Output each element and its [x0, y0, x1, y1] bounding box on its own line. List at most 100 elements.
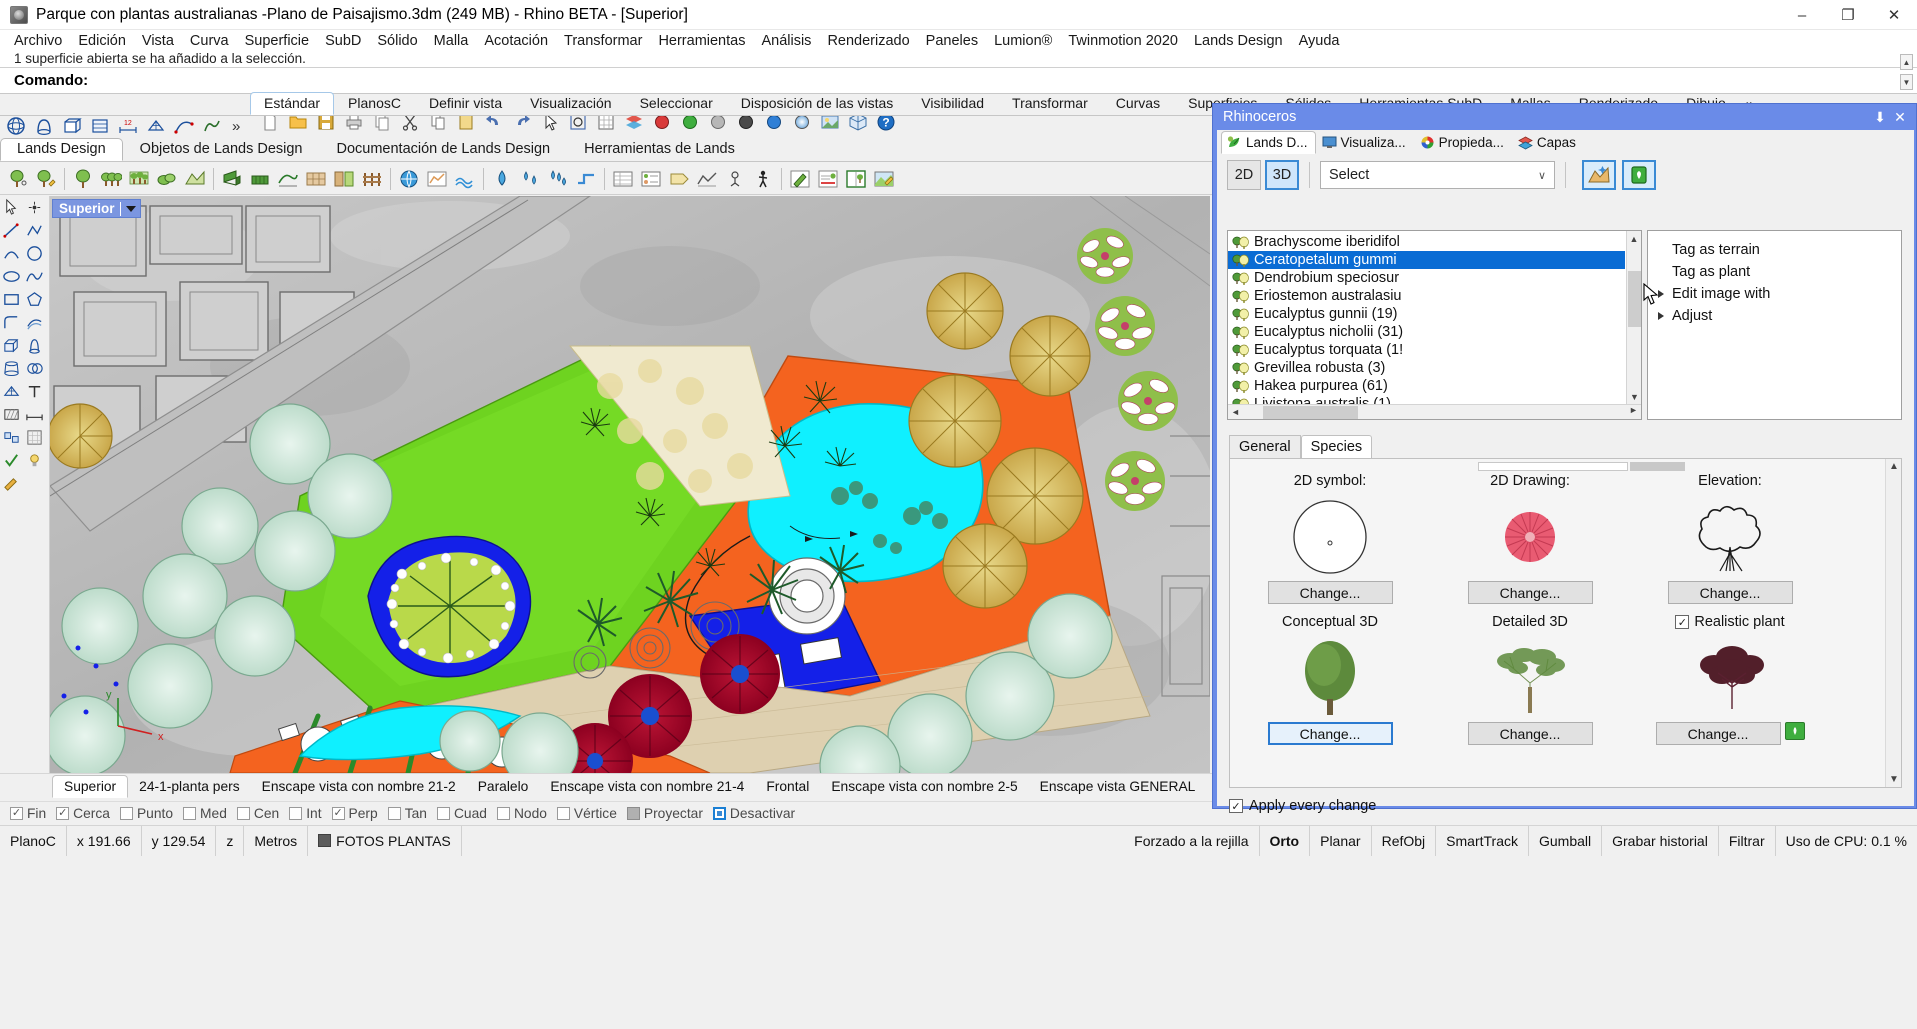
change-2d-drawing-button[interactable]: Change... [1468, 581, 1593, 604]
person-icon[interactable] [750, 166, 776, 192]
toolbar-tab-transformar[interactable]: Transformar [998, 92, 1102, 115]
osnap-v-rtice[interactable]: Vértice [557, 806, 617, 821]
menu-item-herramientas[interactable]: Herramientas [650, 32, 753, 50]
menu-item-twinmotion-2020[interactable]: Twinmotion 2020 [1060, 32, 1186, 50]
ellipse-icon[interactable] [0, 266, 23, 288]
viewport-dropdown-caret-icon[interactable] [126, 206, 136, 212]
greenarea-icon[interactable] [275, 166, 301, 192]
line-icon[interactable] [0, 220, 23, 242]
irrigation-icon[interactable] [517, 166, 543, 192]
checkbox[interactable] [497, 807, 510, 820]
grid-snap-icon[interactable] [23, 427, 46, 449]
toolbar-tab-visualizaci-n[interactable]: Visualización [516, 92, 625, 115]
plant-list-item[interactable]: Hakea purpurea (61) [1228, 377, 1625, 395]
curve-icon[interactable] [23, 266, 46, 288]
osnap-med[interactable]: Med [183, 806, 227, 821]
status-cplane[interactable]: PlanoC [0, 826, 67, 856]
toolbar-tab-curvas[interactable]: Curvas [1102, 92, 1174, 115]
viewport-tab-frontal[interactable]: Frontal [755, 776, 820, 797]
menu-item-lands-design[interactable]: Lands Design [1186, 32, 1291, 50]
panel-tab-propieda-[interactable]: Propieda... [1414, 131, 1512, 154]
lands-tab-lands-design[interactable]: Lands Design [0, 138, 123, 161]
change-2d-symbol-button[interactable]: Change... [1268, 581, 1393, 604]
viewport-tab-paralelo[interactable]: Paralelo [467, 776, 540, 797]
checkbox[interactable] [627, 807, 640, 820]
plant-list-item[interactable]: Ceratopetalum gummi [1228, 251, 1625, 269]
fence-icon[interactable] [359, 166, 385, 192]
checkbox[interactable] [388, 807, 401, 820]
toolbar-overflow-icon[interactable]: » [226, 116, 246, 137]
menu-item-acotaci-n[interactable]: Acotación [476, 32, 556, 50]
terrain-icon[interactable] [182, 166, 208, 192]
plant-list-vertical-scrollbar[interactable]: ▲ ▼ [1626, 231, 1641, 404]
menu-item-curva[interactable]: Curva [182, 32, 237, 50]
checkbox[interactable] [237, 807, 250, 820]
plant-database-button[interactable] [1622, 160, 1656, 190]
maximize-button[interactable]: ❐ [1825, 0, 1871, 30]
rect-icon[interactable] [0, 289, 23, 311]
checkbox[interactable] [713, 807, 726, 820]
command-scroll-down[interactable]: ▼ [1900, 74, 1913, 90]
viewport-superior[interactable]: x y [50, 196, 1210, 773]
close-button[interactable]: ✕ [1871, 0, 1917, 30]
panel-tab-capas[interactable]: Capas [1512, 131, 1584, 154]
revolve-icon[interactable] [31, 113, 57, 139]
checkbox[interactable] [56, 807, 69, 820]
globe-icon[interactable] [396, 166, 422, 192]
status-ortho[interactable]: Orto [1260, 826, 1311, 856]
terrain-tool-button[interactable] [1582, 160, 1616, 190]
plant-list-item[interactable]: Livistona australis (1) [1228, 395, 1625, 404]
checkbox[interactable] [183, 807, 196, 820]
boolean-icon[interactable] [23, 358, 46, 380]
curve-tool-icon[interactable] [171, 113, 197, 139]
block-icon[interactable] [0, 427, 23, 449]
menu-item-malla[interactable]: Malla [426, 32, 477, 50]
realistic-plant-checkbox[interactable]: ✓ [1675, 615, 1689, 629]
point-icon[interactable] [23, 197, 46, 219]
viewport-tab-enscape-vista-con-nombre-21-4[interactable]: Enscape vista con nombre 21-4 [539, 776, 755, 797]
dimension-icon[interactable]: 12 [115, 113, 141, 139]
species-tab-general[interactable]: General [1229, 435, 1301, 459]
status-smarttrack[interactable]: SmartTrack [1436, 826, 1529, 856]
minimize-button[interactable]: – [1779, 0, 1825, 30]
toolbar-tab-definir-vista[interactable]: Definir vista [415, 92, 516, 115]
paint-icon[interactable] [0, 473, 23, 495]
arrow-select-icon[interactable] [0, 197, 23, 219]
plant-list-item[interactable]: Eriostemon australasiu [1228, 287, 1625, 305]
image-edit-icon[interactable] [871, 166, 897, 192]
command-scroll-up[interactable]: ▲ [1900, 54, 1913, 70]
checkbox[interactable] [437, 807, 450, 820]
species-tab-species[interactable]: Species [1301, 435, 1373, 459]
menu-item-archivo[interactable]: Archivo [6, 32, 70, 50]
plant-list-item[interactable]: Grevillea robusta (3) [1228, 359, 1625, 377]
render-tool-icon[interactable] [199, 113, 225, 139]
change-conceptual-3d-button[interactable]: Change... [1268, 722, 1393, 745]
viewport-tab-24-1-planta-pers[interactable]: 24-1-planta pers [128, 776, 250, 797]
sphere-icon[interactable] [3, 113, 29, 139]
scroll-thumb-vertical[interactable] [1628, 271, 1641, 327]
plant-edit-icon[interactable] [33, 166, 59, 192]
section-icon[interactable] [694, 166, 720, 192]
toolbar-tab-visibilidad[interactable]: Visibilidad [907, 92, 998, 115]
surface-icon[interactable] [87, 113, 113, 139]
status-planar[interactable]: Planar [1310, 826, 1371, 856]
checkbox[interactable] [557, 807, 570, 820]
pipe-icon[interactable] [573, 166, 599, 192]
toolbar-tab-seleccionar[interactable]: Seleccionar [626, 92, 727, 115]
revolve3d-icon[interactable] [23, 335, 46, 357]
toolbar-tab-est-ndar[interactable]: Estándar [250, 92, 334, 115]
pencil-edit-icon[interactable] [787, 166, 813, 192]
shrub-icon[interactable] [154, 166, 180, 192]
panel-tab-visualiza-[interactable]: Visualiza... [1316, 131, 1414, 154]
box-icon[interactable] [59, 113, 85, 139]
mesh-tool-icon[interactable] [0, 381, 23, 403]
viewport-label[interactable]: Superior [52, 199, 141, 218]
plant-table-icon[interactable] [815, 166, 841, 192]
lands-tab-herramientas-de-lands[interactable]: Herramientas de Lands [567, 138, 752, 161]
apply-every-change-row[interactable]: ✓ Apply every change [1229, 798, 1376, 814]
menu-item-vista[interactable]: Vista [134, 32, 182, 50]
context-item-tag-as-plant[interactable]: Tag as plant [1648, 261, 1901, 283]
osnap-cuad[interactable]: Cuad [437, 806, 487, 821]
menu-item-ayuda[interactable]: Ayuda [1291, 32, 1348, 50]
circle-icon[interactable] [23, 243, 46, 265]
